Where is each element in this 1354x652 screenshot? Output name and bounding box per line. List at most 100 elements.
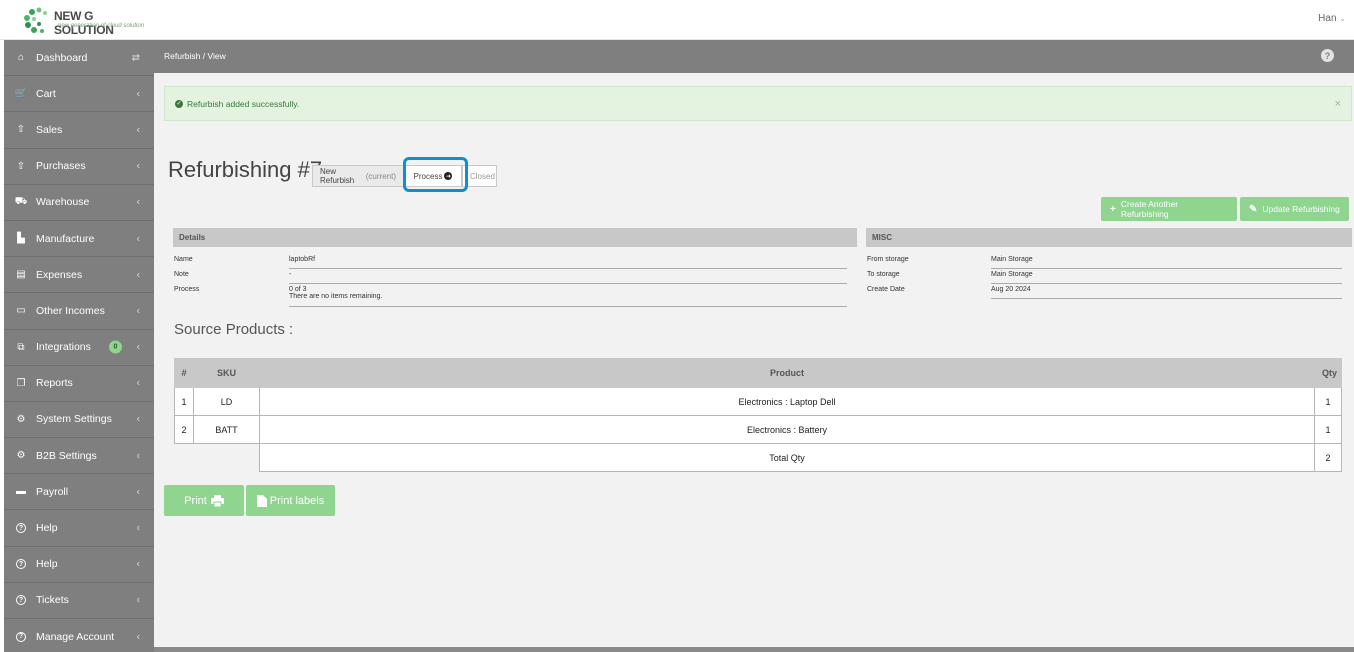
print-labels-button[interactable]: Print labels [246, 485, 335, 516]
chevron-left-icon: ‹ [136, 413, 140, 425]
sidebar-item-purchases[interactable]: ⇧ Purchases ‹ [4, 149, 154, 185]
total-row: Total Qty 2 [175, 443, 1342, 472]
update-label: Update Refurbishing [1262, 204, 1340, 214]
sidebar-item-sales[interactable]: ⇧ Sales ‹ [4, 112, 154, 149]
sidebar-item-help[interactable]: ? Help ‹ [4, 510, 154, 547]
chevron-left-icon: ‹ [136, 196, 140, 208]
question-icon: ? [16, 631, 26, 642]
from-storage-label: From storage [867, 256, 909, 263]
plus-icon: + [1110, 203, 1116, 215]
question-icon: ? [16, 523, 26, 534]
table-row: 1 LD Electronics : Laptop Dell 1 [174, 387, 1342, 416]
factory-icon: ▙ [17, 233, 25, 245]
question-icon: ? [16, 595, 26, 606]
sidebar-item-label: Warehouse [36, 196, 90, 209]
process-field-label: Process [174, 286, 200, 293]
chevron-left-icon: ‹ [136, 88, 140, 100]
home-icon: ⌂ [17, 52, 25, 64]
print-label: Print [184, 494, 207, 507]
chevron-left-icon: ‹ [136, 558, 140, 570]
row-sku: BATT [193, 415, 260, 444]
file-icon: ▤ [16, 269, 26, 281]
sidebar-item-manufacture[interactable]: ▙ Manufacture ‹ [4, 221, 154, 258]
alert-close-button[interactable]: × [1335, 98, 1341, 110]
print-button[interactable]: Print [164, 485, 244, 516]
sidebar-item-label: Sales [36, 123, 63, 136]
sidebar-item-system-settings[interactable]: ⚙ System Settings ‹ [4, 402, 154, 439]
sidebar-item-help[interactable]: ? Help ‹ [4, 547, 154, 583]
sidebar-item-expenses[interactable]: ▤ Expenses ‹ [4, 257, 154, 294]
step-new-label: New Refurbish [320, 167, 355, 185]
process-field-value: 0 of 3 There are no items remaining. [289, 286, 847, 307]
row-qty: 1 [1314, 415, 1342, 444]
sidebar-item-payroll[interactable]: ▬ Payroll ‹ [4, 474, 154, 511]
card-icon: ▬ [16, 486, 26, 498]
sidebar: ⌂ Dashboard ⇄ 🛒 Cart ‹ ⇧ Sales ‹ ⇧ Purchases ‹ ⛟ Ware… [4, 40, 154, 652]
alert-text: Refurbish added successfully. [187, 98, 300, 109]
update-button[interactable]: ✎ Update Refurbishing [1240, 197, 1349, 221]
from-storage-value: Main Storage [991, 256, 1342, 269]
source-products-table: # SKU Product Qty 1 LD Electronics : Lap… [174, 358, 1342, 472]
row-index: 1 [174, 387, 194, 416]
check-circle-icon: ✓ [175, 99, 183, 108]
to-storage-value: Main Storage [991, 271, 1342, 284]
upload-icon: ⇧ [16, 124, 26, 136]
sidebar-item-reports[interactable]: ❐ Reports ‹ [4, 366, 154, 402]
page-title: Refurbishing #7 [168, 157, 323, 182]
sidebar-item-label: Payroll [36, 485, 69, 498]
sidebar-item-integrations[interactable]: ⧉ Integrations 0 ‹ [4, 330, 154, 366]
chevron-left-icon: ‹ [136, 124, 140, 136]
process-count: 0 of 3 [289, 286, 307, 293]
integration-icon: ⧉ [17, 341, 25, 353]
sidebar-item-b2b-settings[interactable]: ⚙ B2B Settings ‹ [4, 438, 154, 475]
chevron-left-icon: ‹ [136, 594, 140, 606]
integrations-count-badge: 0 [109, 340, 122, 354]
cart-icon: 🛒 [14, 88, 28, 100]
user-menu[interactable]: Han ⌄ [1318, 13, 1346, 24]
table-header-row: # SKU Product Qty [174, 358, 1342, 388]
name-value: laptobRf [289, 256, 847, 269]
col-index: # [174, 358, 194, 388]
table-row: 2 BATT Electronics : Battery 1 [174, 415, 1342, 444]
toggle-sidebar-icon[interactable]: ⇄ [132, 52, 140, 63]
chevron-left-icon: ‹ [136, 160, 140, 172]
source-products-title: Source Products : [174, 321, 294, 338]
row-index: 2 [174, 415, 194, 444]
total-value: 2 [1314, 443, 1342, 472]
help-icon[interactable]: ? [1321, 49, 1334, 62]
sidebar-item-dashboard[interactable]: ⌂ Dashboard ⇄ [4, 40, 154, 77]
chevron-left-icon: ‹ [136, 233, 140, 245]
chevron-left-icon: ‹ [136, 341, 140, 353]
brand-logo[interactable]: NEW G SOLUTION new generation of cloud s… [22, 4, 144, 37]
breadcrumb[interactable]: Refurbish / View [164, 51, 226, 61]
sidebar-item-tickets[interactable]: ? Tickets ‹ [4, 583, 154, 619]
file-icon [256, 494, 267, 507]
step-closed-label: Closed [470, 171, 495, 181]
chevron-left-icon: ‹ [136, 305, 140, 317]
to-storage-label: To storage [867, 271, 900, 278]
success-alert: ✓ Refurbish added successfully. × [164, 86, 1352, 121]
sidebar-item-label: Other Incomes [36, 304, 105, 317]
create-another-button[interactable]: + Create Another Refurbishing [1101, 197, 1237, 221]
sidebar-item-manage-account[interactable]: ? Manage Account ‹ [4, 619, 154, 652]
logo-mark-icon [24, 7, 47, 33]
sidebar-item-cart[interactable]: 🛒 Cart ‹ [4, 76, 154, 113]
total-spacer [175, 444, 260, 472]
create-another-label: Create Another Refurbishing [1120, 199, 1179, 219]
sidebar-item-label: Reports [36, 377, 73, 390]
sidebar-item-label: Purchases [36, 160, 86, 173]
misc-heading: MISC [866, 228, 1352, 247]
sidebar-item-label: Manufacture [36, 232, 95, 245]
sidebar-item-warehouse[interactable]: ⛟ Warehouse ‹ [4, 185, 154, 221]
row-product: Electronics : Battery [259, 415, 1315, 444]
name-label: Name [174, 256, 193, 263]
sidebar-item-label: Help [36, 522, 58, 535]
money-icon: ▭ [16, 305, 26, 317]
sidebar-item-other-incomes[interactable]: ▭ Other Incomes ‹ [4, 293, 154, 330]
col-qty: Qty [1314, 358, 1342, 388]
gears-icon: ⚙ [16, 450, 26, 462]
gears-icon: ⚙ [16, 413, 26, 425]
sidebar-item-label: System Settings [36, 413, 112, 426]
total-label: Total Qty [259, 443, 1315, 472]
chevron-left-icon: ‹ [136, 631, 140, 643]
